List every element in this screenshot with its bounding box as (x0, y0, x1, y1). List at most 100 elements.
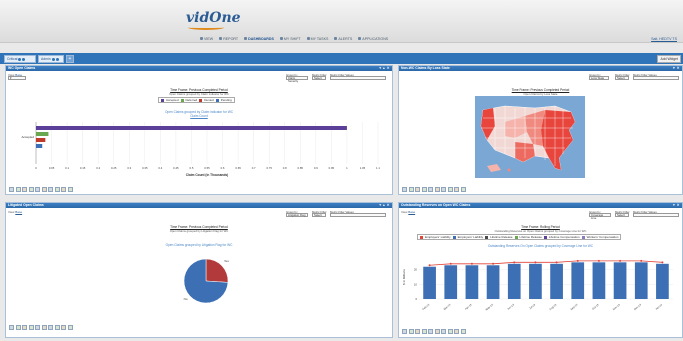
view-base-link[interactable]: Base (15, 210, 22, 214)
chart-type-icon[interactable] (402, 187, 407, 192)
panel-window-controls[interactable]: ▾ ▴ ✕ (379, 203, 390, 208)
refresh-icon[interactable] (434, 187, 440, 192)
email-icon[interactable] (428, 329, 433, 334)
metric-filter-select[interactable]: Select (615, 76, 629, 80)
gear-icon[interactable] (18, 57, 22, 61)
bar-deferred[interactable] (36, 132, 49, 136)
legend-item[interactable]: Employers' Liability (458, 235, 484, 239)
refresh-icon[interactable] (41, 187, 47, 192)
nav-item-report[interactable]: REPORT (219, 35, 238, 42)
legend-item-denied[interactable]: Denied (204, 98, 214, 102)
legend-item-accepted[interactable]: Accepted (166, 98, 179, 102)
help-icon[interactable] (67, 325, 73, 330)
bar-pending[interactable] (36, 144, 43, 148)
info-icon[interactable] (454, 187, 459, 192)
trend-point[interactable] (661, 261, 664, 264)
help-icon[interactable] (460, 187, 466, 192)
table-icon[interactable] (15, 187, 21, 192)
legend-item[interactable]: Lifetime Release (490, 235, 512, 239)
chart-type-icon[interactable] (402, 329, 407, 334)
group-by-select[interactable]: Claim Severity (286, 76, 308, 82)
bar-dec-13[interactable] (634, 262, 648, 299)
zoom-icon[interactable] (48, 325, 53, 330)
help-icon[interactable] (460, 329, 466, 334)
export-icon[interactable] (28, 187, 34, 192)
info-icon[interactable] (454, 329, 459, 334)
trend-point[interactable] (470, 262, 473, 265)
print-icon[interactable] (415, 187, 420, 192)
refresh-icon[interactable] (41, 325, 47, 330)
metric-filter-select[interactable]: Select (615, 213, 629, 217)
settings-icon[interactable] (54, 325, 60, 330)
info-icon[interactable] (61, 187, 66, 192)
table-icon[interactable] (408, 329, 414, 334)
print-icon[interactable] (22, 325, 27, 330)
table-icon[interactable] (408, 187, 414, 192)
chart-type-icon[interactable] (9, 187, 14, 192)
help-icon[interactable] (67, 187, 73, 192)
print-icon[interactable] (22, 187, 27, 192)
tab-critical[interactable]: Critical (4, 55, 36, 63)
bar-accepted[interactable] (36, 126, 347, 130)
view-dropdown[interactable]: ▾ (8, 76, 26, 80)
export-icon[interactable] (421, 187, 427, 192)
settings-icon[interactable] (447, 187, 453, 192)
metric-filter-select[interactable]: Select (312, 213, 326, 217)
view-base-link[interactable]: Base (408, 210, 415, 214)
print-icon[interactable] (415, 329, 420, 334)
nav-item-alerts[interactable]: ALERTS (334, 35, 352, 42)
trend-point[interactable] (492, 262, 495, 265)
bar-mar-13[interactable] (444, 265, 458, 299)
trend-point[interactable] (513, 261, 516, 264)
gear-icon[interactable] (51, 57, 55, 61)
refresh-icon[interactable] (434, 329, 440, 334)
trend-point[interactable] (576, 259, 579, 262)
info-icon[interactable] (61, 325, 66, 330)
bar-denied[interactable] (36, 138, 46, 142)
bar-sep-13[interactable] (571, 262, 585, 299)
metric-filter-values-input[interactable] (330, 213, 386, 217)
nav-item-view[interactable]: VIEW (200, 35, 213, 42)
zoom-icon[interactable] (441, 329, 446, 334)
group-by-select[interactable]: Loss State (589, 76, 609, 80)
vidone-logo[interactable]: vidOne (186, 8, 241, 32)
zoom-icon[interactable] (441, 187, 446, 192)
table-icon[interactable] (15, 325, 21, 330)
settings-icon[interactable] (54, 187, 60, 192)
close-icon[interactable] (22, 57, 26, 61)
legend-item[interactable]: Employers' Liability (425, 235, 451, 239)
email-icon[interactable] (428, 187, 433, 192)
email-icon[interactable] (35, 187, 40, 192)
legend-item-pending[interactable]: Pending (221, 98, 232, 102)
tab-admin[interactable]: Admin (38, 55, 64, 63)
add-widget-button[interactable]: Add Widget (657, 55, 681, 63)
legend-item[interactable]: Lifetime Compensation (549, 235, 580, 239)
trend-point[interactable] (534, 261, 537, 264)
metric-filter-values-input[interactable] (633, 76, 679, 80)
user-link[interactable]: Sait, HEDTV TS (651, 37, 677, 41)
close-icon[interactable] (55, 57, 59, 61)
legend-item[interactable]: Workers' Compensation (587, 235, 619, 239)
metric-filter-values-input[interactable] (633, 213, 679, 217)
panel-window-controls[interactable]: ▾ ✕ (673, 66, 680, 71)
email-icon[interactable] (35, 325, 40, 330)
bar-jun-13[interactable] (507, 263, 521, 299)
export-icon[interactable] (421, 329, 427, 334)
nav-item-my-shift[interactable]: MY SHIFT (279, 35, 301, 42)
trend-point[interactable] (619, 259, 622, 262)
metric-filter-select[interactable]: Select (312, 76, 326, 80)
bar-oct-13[interactable] (592, 262, 606, 299)
nav-item-dashboards[interactable]: DASHBOARDS (244, 35, 274, 42)
nav-item-my-tasks[interactable]: MY TASKS (306, 35, 328, 42)
group-by-select[interactable]: Coverage Line (589, 213, 611, 219)
bar-jan-14[interactable] (656, 263, 669, 299)
add-tab-button[interactable]: + (66, 55, 74, 63)
panel-window-controls[interactable]: ▾ ▴ ✕ (379, 66, 390, 71)
export-icon[interactable] (28, 325, 34, 330)
chart-type-icon[interactable] (9, 325, 14, 330)
bar-nov-13[interactable] (613, 262, 627, 299)
trend-point[interactable] (640, 259, 643, 262)
trend-point[interactable] (449, 262, 452, 265)
legend-item[interactable]: Lifetime Release (520, 235, 542, 239)
trend-point[interactable] (597, 259, 600, 262)
